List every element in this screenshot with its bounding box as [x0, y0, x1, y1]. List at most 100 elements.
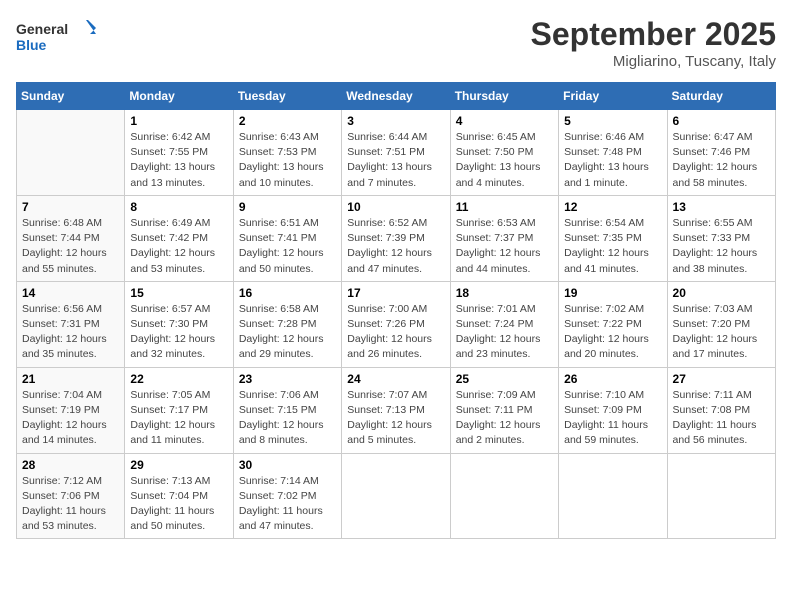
- weekday-header-sunday: Sunday: [17, 83, 125, 110]
- calendar-cell: [17, 110, 125, 196]
- day-info: Sunrise: 6:54 AM Sunset: 7:35 PM Dayligh…: [564, 216, 661, 277]
- calendar-cell: 27 Sunrise: 7:11 AM Sunset: 7:08 PM Dayli…: [667, 367, 775, 453]
- calendar-cell: 13 Sunrise: 6:55 AM Sunset: 7:33 PM Dayli…: [667, 195, 775, 281]
- weekday-header-saturday: Saturday: [667, 83, 775, 110]
- calendar-cell: 28Sunrise: 7:12 AM Sunset: 7:06 PM Dayli…: [17, 453, 125, 539]
- calendar-cell: 30 Sunrise: 7:14 AM Sunset: 7:02 PM Dayli…: [233, 453, 341, 539]
- day-number: 13: [673, 200, 770, 214]
- day-number: 10: [347, 200, 444, 214]
- calendar-cell: 14Sunrise: 6:56 AM Sunset: 7:31 PM Dayli…: [17, 281, 125, 367]
- logo-svg: General Blue: [16, 16, 96, 60]
- day-number: 14: [22, 286, 119, 300]
- day-number: 21: [22, 372, 119, 386]
- day-number: 19: [564, 286, 661, 300]
- day-info: Sunrise: 6:44 AM Sunset: 7:51 PM Dayligh…: [347, 130, 444, 191]
- weekday-header-wednesday: Wednesday: [342, 83, 450, 110]
- day-number: 4: [456, 114, 553, 128]
- calendar-cell: 8 Sunrise: 6:49 AM Sunset: 7:42 PM Daylig…: [125, 195, 233, 281]
- calendar-cell: [667, 453, 775, 539]
- day-number: 12: [564, 200, 661, 214]
- calendar-week-3: 14Sunrise: 6:56 AM Sunset: 7:31 PM Dayli…: [17, 281, 776, 367]
- weekday-header-tuesday: Tuesday: [233, 83, 341, 110]
- calendar-cell: 4 Sunrise: 6:45 AM Sunset: 7:50 PM Daylig…: [450, 110, 558, 196]
- day-number: 11: [456, 200, 553, 214]
- calendar-cell: 23 Sunrise: 7:06 AM Sunset: 7:15 PM Dayli…: [233, 367, 341, 453]
- day-number: 16: [239, 286, 336, 300]
- page-header: General Blue September 2025 Migliarino, …: [16, 16, 776, 70]
- day-number: 5: [564, 114, 661, 128]
- calendar-cell: 20 Sunrise: 7:03 AM Sunset: 7:20 PM Dayli…: [667, 281, 775, 367]
- day-info: Sunrise: 7:03 AM Sunset: 7:20 PM Dayligh…: [673, 302, 770, 363]
- day-number: 7: [22, 200, 119, 214]
- calendar-cell: 25 Sunrise: 7:09 AM Sunset: 7:11 PM Dayli…: [450, 367, 558, 453]
- day-info: Sunrise: 6:45 AM Sunset: 7:50 PM Dayligh…: [456, 130, 553, 191]
- day-number: 18: [456, 286, 553, 300]
- calendar-cell: 1 Sunrise: 6:42 AM Sunset: 7:55 PM Daylig…: [125, 110, 233, 196]
- day-info: Sunrise: 6:52 AM Sunset: 7:39 PM Dayligh…: [347, 216, 444, 277]
- day-info: Sunrise: 7:00 AM Sunset: 7:26 PM Dayligh…: [347, 302, 444, 363]
- calendar-week-1: 1 Sunrise: 6:42 AM Sunset: 7:55 PM Daylig…: [17, 110, 776, 196]
- calendar-cell: 19 Sunrise: 7:02 AM Sunset: 7:22 PM Dayli…: [559, 281, 667, 367]
- calendar-cell: 16 Sunrise: 6:58 AM Sunset: 7:28 PM Dayli…: [233, 281, 341, 367]
- day-info: Sunrise: 6:53 AM Sunset: 7:37 PM Dayligh…: [456, 216, 553, 277]
- month-title: September 2025: [531, 16, 776, 53]
- calendar-week-4: 21Sunrise: 7:04 AM Sunset: 7:19 PM Dayli…: [17, 367, 776, 453]
- calendar-cell: 9 Sunrise: 6:51 AM Sunset: 7:41 PM Daylig…: [233, 195, 341, 281]
- day-info: Sunrise: 6:48 AM Sunset: 7:44 PM Dayligh…: [22, 216, 119, 277]
- day-number: 1: [130, 114, 227, 128]
- day-number: 23: [239, 372, 336, 386]
- calendar-cell: 15Sunrise: 6:57 AM Sunset: 7:30 PM Dayli…: [125, 281, 233, 367]
- calendar-cell: 29 Sunrise: 7:13 AM Sunset: 7:04 PM Dayli…: [125, 453, 233, 539]
- calendar-cell: 7 Sunrise: 6:48 AM Sunset: 7:44 PM Daylig…: [17, 195, 125, 281]
- day-info: Sunrise: 6:55 AM Sunset: 7:33 PM Dayligh…: [673, 216, 770, 277]
- calendar-cell: 17Sunrise: 7:00 AM Sunset: 7:26 PM Dayli…: [342, 281, 450, 367]
- day-number: 25: [456, 372, 553, 386]
- calendar-cell: 22 Sunrise: 7:05 AM Sunset: 7:17 PM Dayli…: [125, 367, 233, 453]
- calendar-week-5: 28Sunrise: 7:12 AM Sunset: 7:06 PM Dayli…: [17, 453, 776, 539]
- day-info: Sunrise: 7:02 AM Sunset: 7:22 PM Dayligh…: [564, 302, 661, 363]
- day-number: 22: [130, 372, 227, 386]
- day-info: Sunrise: 7:14 AM Sunset: 7:02 PM Dayligh…: [239, 474, 336, 535]
- day-info: Sunrise: 6:58 AM Sunset: 7:28 PM Dayligh…: [239, 302, 336, 363]
- day-info: Sunrise: 6:57 AM Sunset: 7:30 PM Dayligh…: [130, 302, 227, 363]
- day-number: 8: [130, 200, 227, 214]
- calendar-cell: 5 Sunrise: 6:46 AM Sunset: 7:48 PM Daylig…: [559, 110, 667, 196]
- day-number: 3: [347, 114, 444, 128]
- svg-text:General: General: [16, 21, 68, 37]
- title-block: September 2025 Migliarino, Tuscany, Ital…: [531, 16, 776, 70]
- calendar-table: SundayMondayTuesdayWednesdayThursdayFrid…: [16, 82, 776, 539]
- calendar-cell: 26Sunrise: 7:10 AM Sunset: 7:09 PM Dayli…: [559, 367, 667, 453]
- day-info: Sunrise: 7:05 AM Sunset: 7:17 PM Dayligh…: [130, 388, 227, 449]
- calendar-cell: 21Sunrise: 7:04 AM Sunset: 7:19 PM Dayli…: [17, 367, 125, 453]
- calendar-cell: 6Sunrise: 6:47 AM Sunset: 7:46 PM Daylig…: [667, 110, 775, 196]
- day-info: Sunrise: 6:47 AM Sunset: 7:46 PM Dayligh…: [673, 130, 770, 191]
- calendar-cell: [450, 453, 558, 539]
- calendar-cell: 2 Sunrise: 6:43 AM Sunset: 7:53 PM Daylig…: [233, 110, 341, 196]
- calendar-cell: 3 Sunrise: 6:44 AM Sunset: 7:51 PM Daylig…: [342, 110, 450, 196]
- calendar-week-2: 7 Sunrise: 6:48 AM Sunset: 7:44 PM Daylig…: [17, 195, 776, 281]
- day-info: Sunrise: 7:10 AM Sunset: 7:09 PM Dayligh…: [564, 388, 661, 449]
- day-info: Sunrise: 7:06 AM Sunset: 7:15 PM Dayligh…: [239, 388, 336, 449]
- day-info: Sunrise: 6:46 AM Sunset: 7:48 PM Dayligh…: [564, 130, 661, 191]
- day-info: Sunrise: 6:49 AM Sunset: 7:42 PM Dayligh…: [130, 216, 227, 277]
- day-info: Sunrise: 7:07 AM Sunset: 7:13 PM Dayligh…: [347, 388, 444, 449]
- day-number: 29: [130, 458, 227, 472]
- day-info: Sunrise: 6:51 AM Sunset: 7:41 PM Dayligh…: [239, 216, 336, 277]
- day-number: 9: [239, 200, 336, 214]
- calendar-cell: 12 Sunrise: 6:54 AM Sunset: 7:35 PM Dayli…: [559, 195, 667, 281]
- day-number: 20: [673, 286, 770, 300]
- day-number: 24: [347, 372, 444, 386]
- day-number: 30: [239, 458, 336, 472]
- day-info: Sunrise: 7:09 AM Sunset: 7:11 PM Dayligh…: [456, 388, 553, 449]
- day-info: Sunrise: 7:13 AM Sunset: 7:04 PM Dayligh…: [130, 474, 227, 535]
- day-number: 27: [673, 372, 770, 386]
- day-info: Sunrise: 6:42 AM Sunset: 7:55 PM Dayligh…: [130, 130, 227, 191]
- day-info: Sunrise: 6:43 AM Sunset: 7:53 PM Dayligh…: [239, 130, 336, 191]
- day-info: Sunrise: 7:11 AM Sunset: 7:08 PM Dayligh…: [673, 388, 770, 449]
- day-number: 2: [239, 114, 336, 128]
- calendar-cell: [342, 453, 450, 539]
- weekday-header-friday: Friday: [559, 83, 667, 110]
- day-info: Sunrise: 7:12 AM Sunset: 7:06 PM Dayligh…: [22, 474, 119, 535]
- logo: General Blue: [16, 16, 96, 60]
- calendar-cell: 11 Sunrise: 6:53 AM Sunset: 7:37 PM Dayli…: [450, 195, 558, 281]
